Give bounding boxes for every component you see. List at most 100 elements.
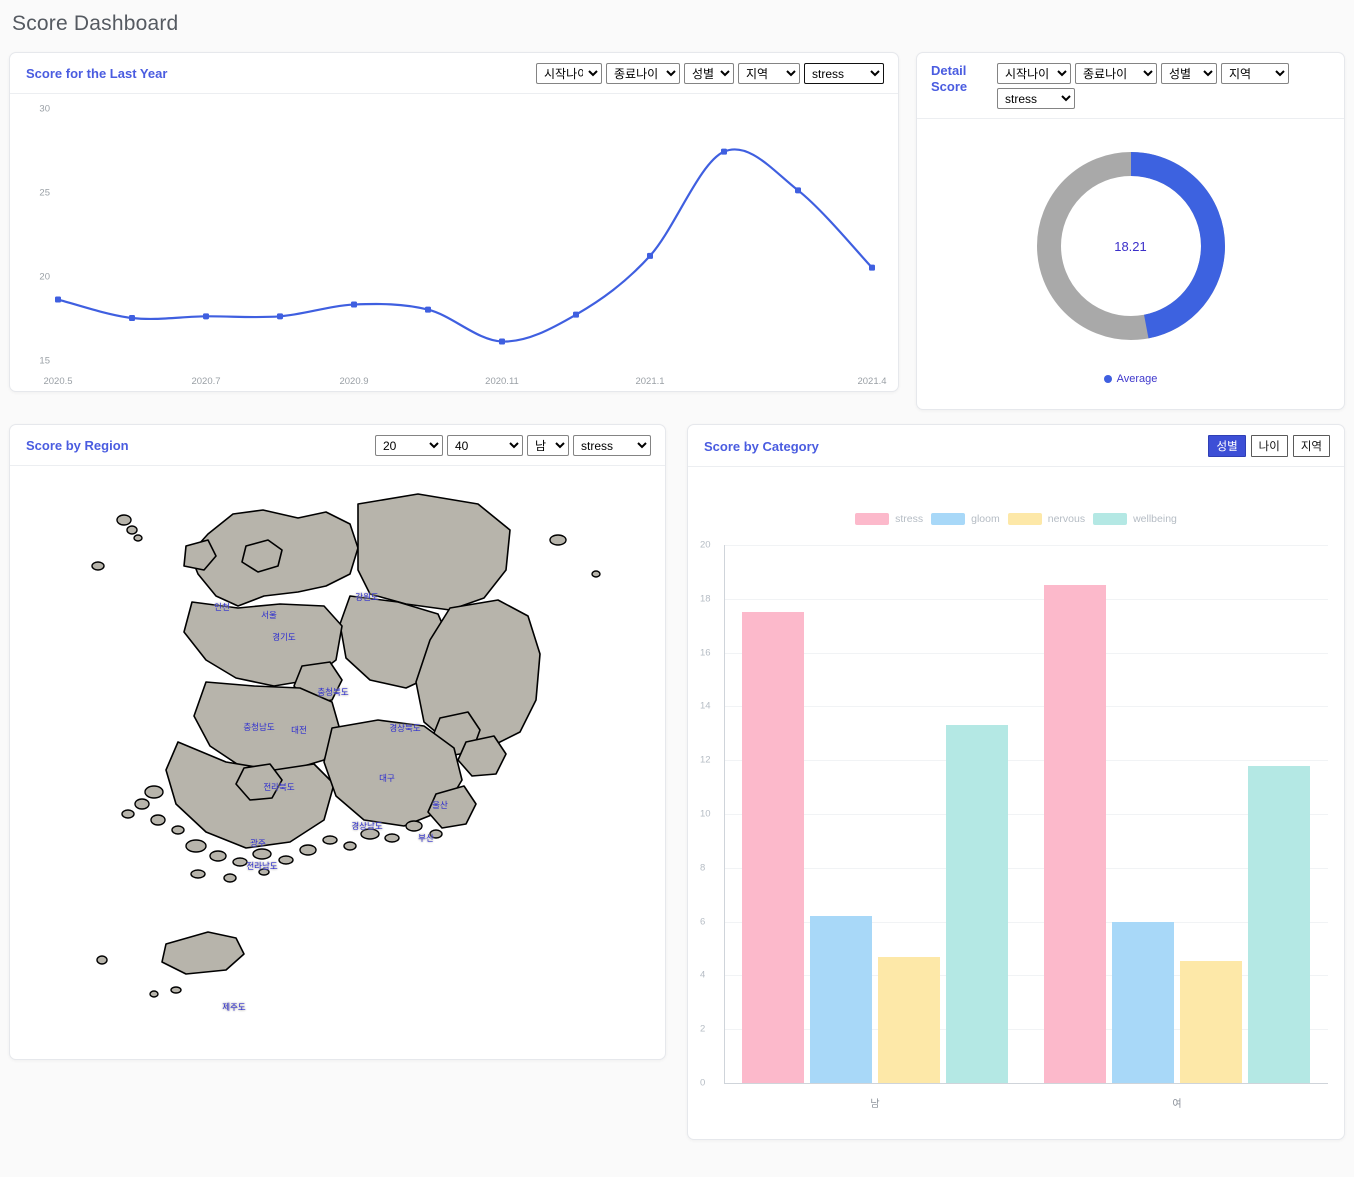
korea-map[interactable]: 인천 서울 경기도 강원도 충청북도 충청남도 대전 경상북도 대구 전라북도 울산 경상남도 부산 광주… [10,466,665,1060]
bar-gridline [724,814,1328,815]
tab-1[interactable]: 나이 [1250,435,1288,457]
map-panel-controls: 20 40 남 stress [375,435,651,456]
select-metric[interactable]: stress [573,435,651,456]
line-y-tick: 20 [39,272,50,283]
bar-x-tick: 여 [1172,1099,1182,1110]
line-data-point[interactable] [499,338,505,345]
map-island [383,833,400,843]
legend-label-wellbeing: wellbeing [1133,513,1177,525]
map-island [133,798,150,810]
bar-gridline [724,598,1328,600]
bar-y-tick: 8 [700,862,706,874]
korea-map-svg[interactable] [58,474,618,1054]
bar-gloom-여[interactable] [1112,921,1174,1083]
select-start-age[interactable]: 시작나이 [536,63,602,84]
select-start-age[interactable]: 20 [375,435,443,456]
bar-y-tick: 0 [700,1077,706,1089]
map-island [208,850,227,862]
legend-label-stress: stress [895,513,924,525]
map-island [231,857,248,867]
line-y-tick: 15 [39,356,50,367]
select-metric[interactable]: stress [804,63,884,84]
select-metric[interactable]: stress [997,88,1075,109]
legend-item-wellbeing[interactable]: wellbeing [1093,513,1177,525]
bar-nervous-여[interactable] [1180,960,1242,1083]
map-island [342,841,357,851]
map-label-대구: 대구 [379,773,395,783]
select-end-age[interactable]: 40 [447,435,523,456]
legend-item-stress[interactable]: stress [855,513,923,525]
bar-wellbeing-여[interactable] [1248,765,1310,1083]
map-island [143,785,164,799]
bar-stress-남[interactable] [742,612,804,1083]
map-label-전라남도: 전라남도 [246,861,278,871]
line-series-path [57,148,873,343]
legend-label-nervous: nervous [1047,513,1086,525]
map-region-gangwon[interactable] [356,493,511,611]
line-data-point[interactable] [647,252,653,259]
donut-legend-label: Average [1116,373,1158,385]
bar-panel-title: Score by Category [704,438,819,454]
bar-y-tick: 10 [700,808,711,820]
select-gender[interactable]: 남 [527,435,569,456]
map-region-ulsan[interactable] [456,735,507,777]
bar-wellbeing-남[interactable] [946,725,1008,1083]
line-data-point[interactable] [351,301,357,308]
bar-gloom-남[interactable] [810,916,872,1083]
map-island [90,561,105,571]
bar-gridline [724,760,1328,762]
score-by-category-panel: Score by Category 성별 나이 지역 stress gloom nerv… [687,424,1345,1140]
detail-score-panel: Detail Score 시작나이 종료나이 성별 지역 stress 18.21 Av… [916,52,1345,410]
bar-chart: stress gloom nervous wellbeing 0 2 4 6 8 10 12 14 1… [688,467,1344,1139]
line-data-point[interactable] [425,306,431,313]
legend-item-gloom[interactable]: gloom [931,513,1000,525]
select-end-age[interactable]: 종료나이 [606,63,680,84]
score-last-year-panel: Score for the Last Year 시작나이 종료나이 성별 지역 stre… [9,52,899,392]
select-gender[interactable]: 성별 [684,63,734,84]
line-data-point[interactable] [203,313,209,320]
map-island [169,986,182,994]
line-panel-controls: 시작나이 종료나이 성별 지역 stress [536,63,884,84]
line-data-point[interactable] [869,264,875,271]
line-data-point[interactable] [573,311,579,318]
map-island [590,570,601,578]
line-data-point[interactable] [277,313,283,320]
page-title: Score Dashboard [12,12,179,35]
line-data-point[interactable] [795,187,801,194]
map-island [404,820,423,832]
select-start-age[interactable]: 시작나이 [997,63,1071,84]
select-gender[interactable]: 성별 [1161,63,1217,84]
bar-panel-header: Score by Category 성별 나이 지역 [688,425,1344,467]
map-label-제주도: 제주도 [222,1002,246,1012]
legend-dot-icon [1103,375,1112,383]
line-data-point[interactable] [721,148,727,155]
tab-2[interactable]: 지역 [1292,435,1330,457]
bar-nervous-남[interactable] [878,956,940,1083]
map-panel-title: Score by Region [26,438,129,453]
map-island [120,809,135,819]
line-data-point[interactable] [55,296,61,303]
map-island [125,525,138,535]
line-y-tick: 25 [39,188,50,199]
bar-y-tick: 4 [700,969,706,981]
map-region-jeju[interactable] [160,931,245,975]
map-label-충청남도: 충청남도 [243,722,275,732]
detail-panel-title: Detail Score [931,63,968,95]
bar-y-axis [724,545,725,1083]
line-x-tick: 2020.7 [191,376,220,387]
select-region[interactable]: 지역 [738,63,800,84]
bar-y-tick: 14 [700,700,711,712]
line-x-tick: 2021.4 [857,376,886,387]
map-label-경기도: 경기도 [272,632,296,642]
bar-y-tick: 20 [700,539,711,551]
tab-0[interactable]: 성별 [1208,435,1246,457]
bar-stress-여[interactable] [1044,585,1106,1083]
line-data-point[interactable] [129,315,135,321]
line-y-tick: 30 [39,104,50,115]
select-end-age[interactable]: 종료나이 [1075,63,1157,84]
map-island [115,514,132,526]
select-region[interactable]: 지역 [1221,63,1289,84]
donut-center-value: 18.21 [1114,238,1147,254]
legend-item-nervous[interactable]: nervous [1007,513,1086,525]
bar-panel-tabs: 성별 나이 지역 [1208,435,1330,457]
